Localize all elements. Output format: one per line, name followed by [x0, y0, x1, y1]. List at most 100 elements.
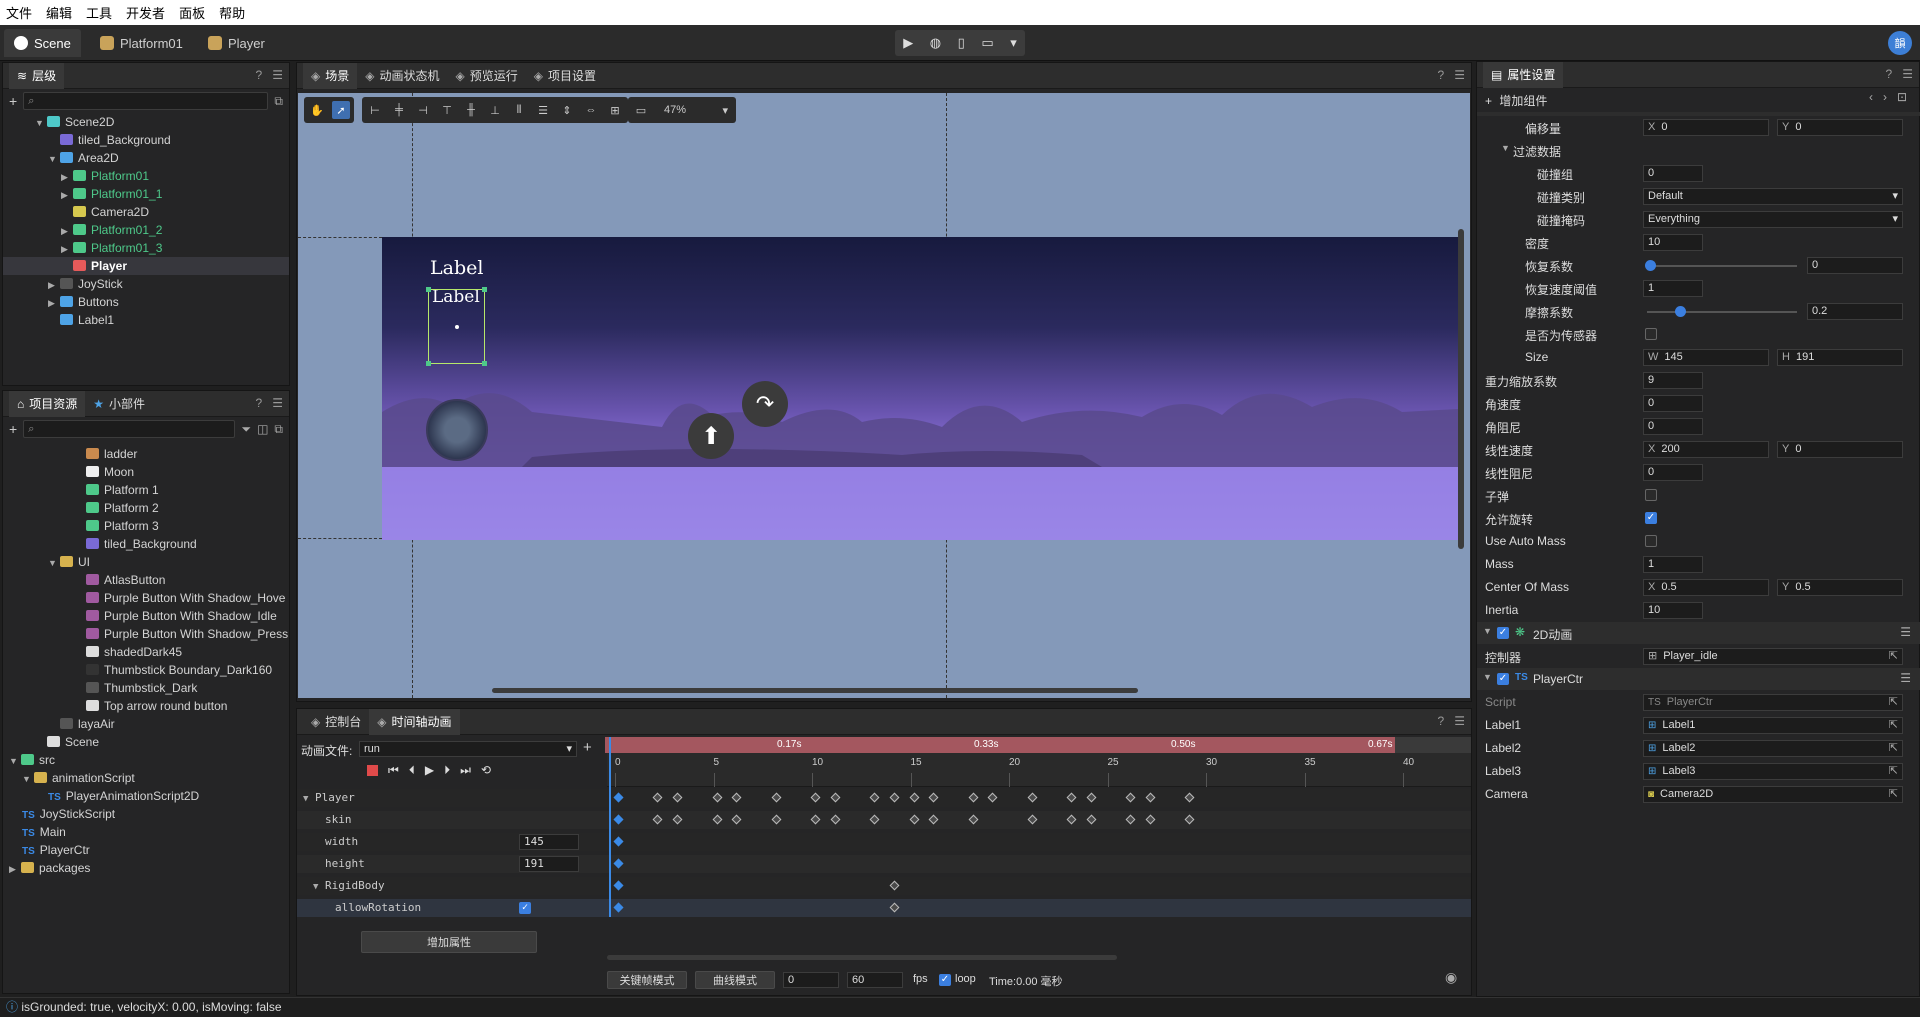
tree-item[interactable]: Label1 [3, 311, 289, 329]
chevron-down-icon[interactable]: ▼ [1501, 143, 1510, 153]
record-icon[interactable] [367, 765, 378, 776]
menu-icon[interactable]: ☰ [1900, 625, 1911, 639]
globe-icon[interactable]: ◍ [930, 35, 941, 51]
expand-icon[interactable]: ▶ [9, 860, 21, 878]
menu-icon[interactable]: ☰ [272, 68, 283, 82]
tree-item[interactable]: TS Main [3, 823, 289, 841]
tree-item[interactable]: AtlasButton [3, 571, 289, 589]
help-icon[interactable]: ? [256, 396, 263, 410]
menu-icon[interactable]: ☰ [1902, 67, 1913, 81]
tree-item[interactable]: ▶ Platform01_1 [3, 185, 289, 203]
menu-icon[interactable]: ☰ [1900, 671, 1911, 685]
menu-item[interactable]: 工具 [86, 3, 112, 22]
horizontal-scrollbar[interactable] [492, 688, 1138, 693]
curve-mode-button[interactable]: 曲线模式 [695, 971, 775, 989]
tab-player[interactable]: Player [198, 29, 275, 57]
menu-item[interactable]: 文件 [6, 3, 32, 22]
component-header-2d-animation[interactable]: ▼ ✓ ❋ 2D动画 ☰ [1477, 622, 1920, 644]
help-icon[interactable]: ? [1886, 67, 1893, 81]
lock-icon[interactable]: ⊡ [1897, 90, 1907, 104]
property-input[interactable]: 0 [1643, 395, 1703, 412]
tab-properties[interactable]: ▤ 属性设置 [1483, 61, 1564, 88]
controller-ref-field[interactable]: ⊞ Player_idle ⇱ [1643, 648, 1903, 665]
pointer-icon[interactable]: ➚ [332, 101, 350, 119]
expand-icon[interactable]: ▶ [48, 276, 60, 294]
track-row[interactable]: allowRotation ✓ [297, 899, 607, 917]
menu-item[interactable]: 编辑 [46, 3, 72, 22]
open-ref-icon[interactable]: ⇱ [1889, 649, 1898, 664]
joystick[interactable] [426, 399, 488, 461]
tree-item[interactable]: Camera2D [3, 203, 289, 221]
tree-item[interactable]: ▶ Buttons [3, 293, 289, 311]
align-center-h-icon[interactable]: ╪ [390, 101, 408, 119]
property-select[interactable]: Default ▾ [1643, 188, 1903, 205]
tree-item[interactable]: TS JoyStickScript [3, 805, 289, 823]
frame-input[interactable]: 0 [783, 972, 839, 988]
forward-icon[interactable]: › [1883, 90, 1887, 104]
expand-icon[interactable]: ▼ [303, 790, 315, 808]
tree-item[interactable]: TS PlayerAnimationScript2D [3, 787, 289, 805]
game-canvas[interactable]: Label Label ⬆ ↷ [382, 237, 1458, 540]
expand-icon[interactable]: ▶ [61, 240, 73, 258]
split-view-icon[interactable]: ◫ [257, 422, 268, 436]
distribute-v-icon[interactable]: ☰ [534, 101, 552, 119]
slider-track[interactable] [1647, 311, 1797, 313]
track-checkbox[interactable]: ✓ [519, 902, 531, 914]
component-header-script[interactable]: ▼ ✓ TS PlayerCtr ☰ [1477, 668, 1920, 690]
track-value-input[interactable]: 145 [519, 834, 579, 850]
tree-item[interactable]: Purple Button With Shadow_Press [3, 625, 289, 643]
tree-item[interactable]: shadedDark45 [3, 643, 289, 661]
ref-field[interactable]: ⊞ Label1 ⇱ [1643, 717, 1903, 734]
property-input[interactable]: 0 [1643, 165, 1703, 182]
add-icon[interactable]: + [9, 93, 17, 109]
track-row[interactable]: height 191 [297, 855, 607, 873]
menu-item[interactable]: 开发者 [126, 3, 165, 22]
property-checkbox[interactable]: ✓ [1645, 512, 1657, 524]
loop-checkbox[interactable]: ✓ [939, 974, 951, 986]
property-input-x[interactable]: X 0.5 [1643, 579, 1769, 596]
help-icon[interactable]: ? [1438, 68, 1445, 82]
tab-1[interactable]: ◈ 时间轴动画 [369, 708, 460, 735]
property-input[interactable]: 0 [1807, 257, 1903, 274]
menu-item[interactable]: 面板 [179, 3, 205, 22]
tree-item[interactable]: Scene [3, 733, 289, 751]
property-input-y[interactable]: Y 0.5 [1777, 579, 1903, 596]
tree-item[interactable]: TS PlayerCtr [3, 841, 289, 859]
ref-field[interactable]: ◙ Camera2D ⇱ [1643, 786, 1903, 803]
tree-item[interactable]: Player [3, 257, 289, 275]
open-ref-icon[interactable]: ⇱ [1889, 718, 1898, 733]
open-ref-icon[interactable]: ⇱ [1889, 764, 1898, 779]
fps-input[interactable]: 60 [847, 972, 903, 988]
add-icon[interactable]: + [583, 739, 592, 756]
component-enabled-checkbox[interactable]: ✓ [1497, 673, 1509, 685]
filter-icon[interactable]: ⏷ [241, 422, 251, 437]
property-input[interactable]: 10 [1643, 234, 1703, 251]
loop-icon[interactable]: ⟲ [481, 763, 491, 778]
tree-item[interactable]: Thumbstick Boundary_Dark160 [3, 661, 289, 679]
add-property-button[interactable]: 增加属性 [361, 931, 537, 953]
jump-button[interactable]: ⬆ [688, 413, 734, 459]
tab-hierarchy[interactable]: ≋ 层级 [9, 62, 65, 89]
last-frame-icon[interactable]: ⏭ [460, 763, 471, 778]
expand-icon[interactable]: ▶ [48, 294, 60, 312]
tree-item[interactable]: ▼ Area2D [3, 149, 289, 167]
hand-icon[interactable]: ✋ [308, 101, 326, 119]
tree-item[interactable]: ▶ Platform01_2 [3, 221, 289, 239]
property-input[interactable]: 0 [1643, 464, 1703, 481]
menu-item[interactable]: 帮助 [219, 3, 245, 22]
tab-0[interactable]: ◈ 控制台 [303, 709, 369, 735]
back-icon[interactable]: ‹ [1869, 90, 1873, 104]
tree-item[interactable]: tiled_Background [3, 535, 289, 553]
chevron-down-icon[interactable]: ▼ [1483, 626, 1492, 636]
slider-track[interactable] [1647, 265, 1797, 267]
settings-icon[interactable]: ◉ [1445, 969, 1457, 986]
next-frame-icon[interactable]: ⏵ [444, 763, 450, 778]
expand-icon[interactable]: ▶ [61, 222, 73, 240]
property-input[interactable]: 1 [1643, 556, 1703, 573]
property-input-x[interactable]: W 145 [1643, 349, 1769, 366]
align-top-icon[interactable]: ⊤ [438, 101, 456, 119]
ref-field[interactable]: TS PlayerCtr ⇱ [1643, 694, 1903, 711]
component-enabled-checkbox[interactable]: ✓ [1497, 627, 1509, 639]
expand-icon[interactable]: ▼ [9, 752, 21, 770]
tab-scene[interactable]: Scene [4, 29, 81, 57]
